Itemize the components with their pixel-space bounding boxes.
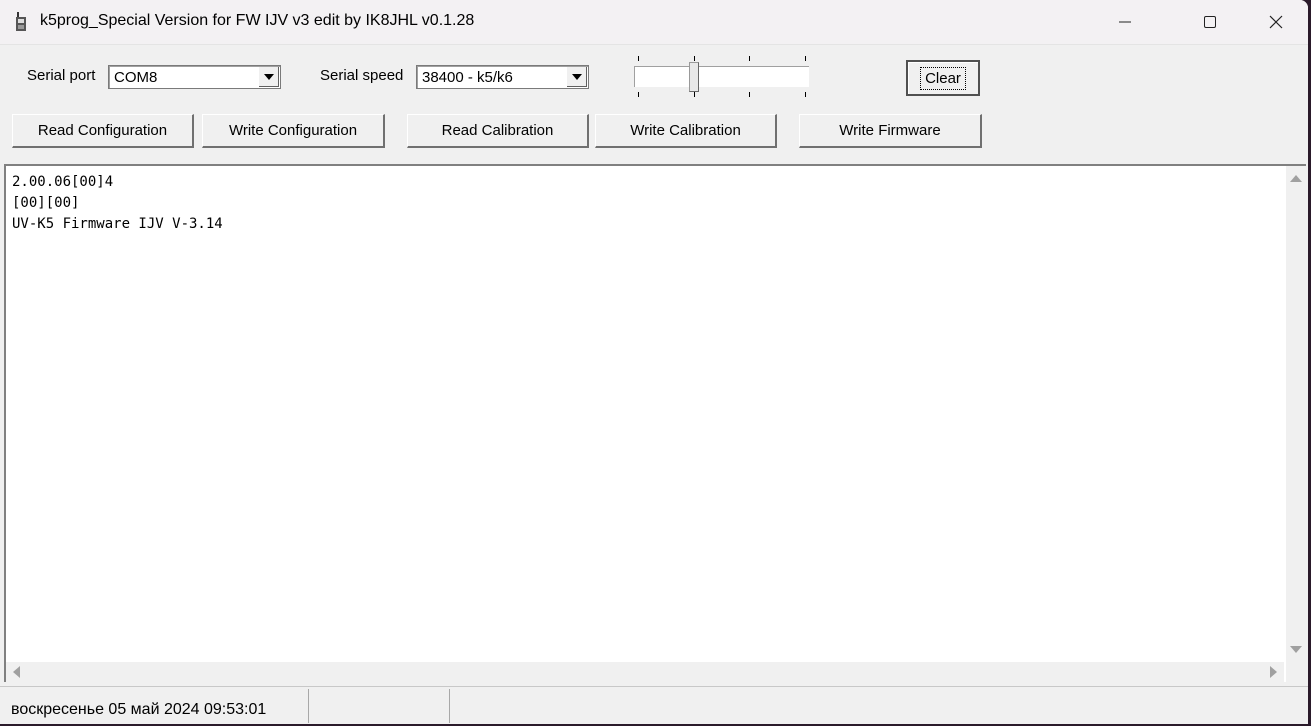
- dropdown-button[interactable]: [567, 67, 587, 87]
- horizontal-scrollbar[interactable]: [6, 662, 1284, 682]
- serial-port-label: Serial port: [27, 67, 96, 84]
- minimize-icon: [1119, 21, 1131, 23]
- serial-port-value: COM8: [114, 69, 158, 86]
- scroll-right-icon[interactable]: [1270, 666, 1278, 678]
- status-panel-datetime: воскресенье 05 май 2024 09:53:01: [0, 689, 309, 723]
- radio-icon: [16, 12, 26, 31]
- slider-thumb[interactable]: [688, 62, 699, 92]
- app-window: k5prog_Special Version for FW IJV v3 edi…: [0, 0, 1308, 724]
- read-calibration-button[interactable]: Read Calibration: [407, 114, 589, 148]
- serial-speed-value: 38400 - k5/k6: [422, 69, 513, 86]
- close-button[interactable]: [1246, 0, 1306, 44]
- scroll-left-icon[interactable]: [12, 666, 20, 678]
- write-configuration-button[interactable]: Write Configuration: [202, 114, 385, 148]
- close-icon: [1269, 15, 1283, 29]
- slider-tick: [693, 56, 695, 61]
- slider-tick: [749, 92, 751, 97]
- serial-speed-select[interactable]: 38400 - k5/k6: [416, 65, 589, 89]
- output-textarea[interactable]: 2.00.06[00]4 [00][00] UV-K5 Firmware IJV V…: [4, 164, 1306, 682]
- maximize-icon: [1204, 16, 1216, 28]
- window-title: k5prog_Special Version for FW IJV v3 edi…: [40, 12, 475, 29]
- clear-label: Clear: [920, 66, 966, 90]
- slider-tick: [749, 56, 751, 61]
- scroll-up-icon[interactable]: [1290, 174, 1302, 182]
- vertical-scrollbar[interactable]: [1286, 166, 1306, 662]
- status-datetime: воскресенье 05 май 2024 09:53:01: [11, 701, 267, 718]
- serial-speed-label: Serial speed: [320, 67, 404, 84]
- clear-button[interactable]: Clear: [906, 60, 980, 96]
- chevron-down-icon: [571, 73, 582, 80]
- output-line: [00][00]: [12, 195, 80, 211]
- write-calibration-button[interactable]: Write Calibration: [595, 114, 777, 148]
- output-text: 2.00.06[00]4 [00][00] UV-K5 Firmware IJV V…: [12, 172, 223, 235]
- dropdown-button[interactable]: [259, 67, 279, 87]
- scrollbar-corner: [1286, 662, 1306, 682]
- slider-tick: [805, 92, 806, 97]
- slider-tick: [638, 92, 639, 97]
- slider-track[interactable]: [634, 66, 809, 87]
- slider-tick: [638, 56, 639, 61]
- chevron-down-icon: [263, 73, 274, 80]
- title-bar: k5prog_Special Version for FW IJV v3 edi…: [0, 0, 1308, 45]
- status-bar: воскресенье 05 май 2024 09:53:01: [0, 686, 1308, 724]
- read-configuration-button[interactable]: Read Configuration: [12, 114, 194, 148]
- status-panel: [309, 689, 450, 723]
- slider-tick: [805, 56, 806, 61]
- scroll-down-icon[interactable]: [1290, 646, 1302, 654]
- write-firmware-button[interactable]: Write Firmware: [799, 114, 982, 148]
- output-line: 2.00.06[00]4: [12, 174, 114, 190]
- output-line: UV-K5 Firmware IJV V-3.14: [12, 216, 223, 232]
- slider-tick: [693, 92, 695, 97]
- serial-port-select[interactable]: COM8: [108, 65, 281, 89]
- minimize-button[interactable]: [1095, 0, 1155, 44]
- maximize-button[interactable]: [1180, 0, 1240, 44]
